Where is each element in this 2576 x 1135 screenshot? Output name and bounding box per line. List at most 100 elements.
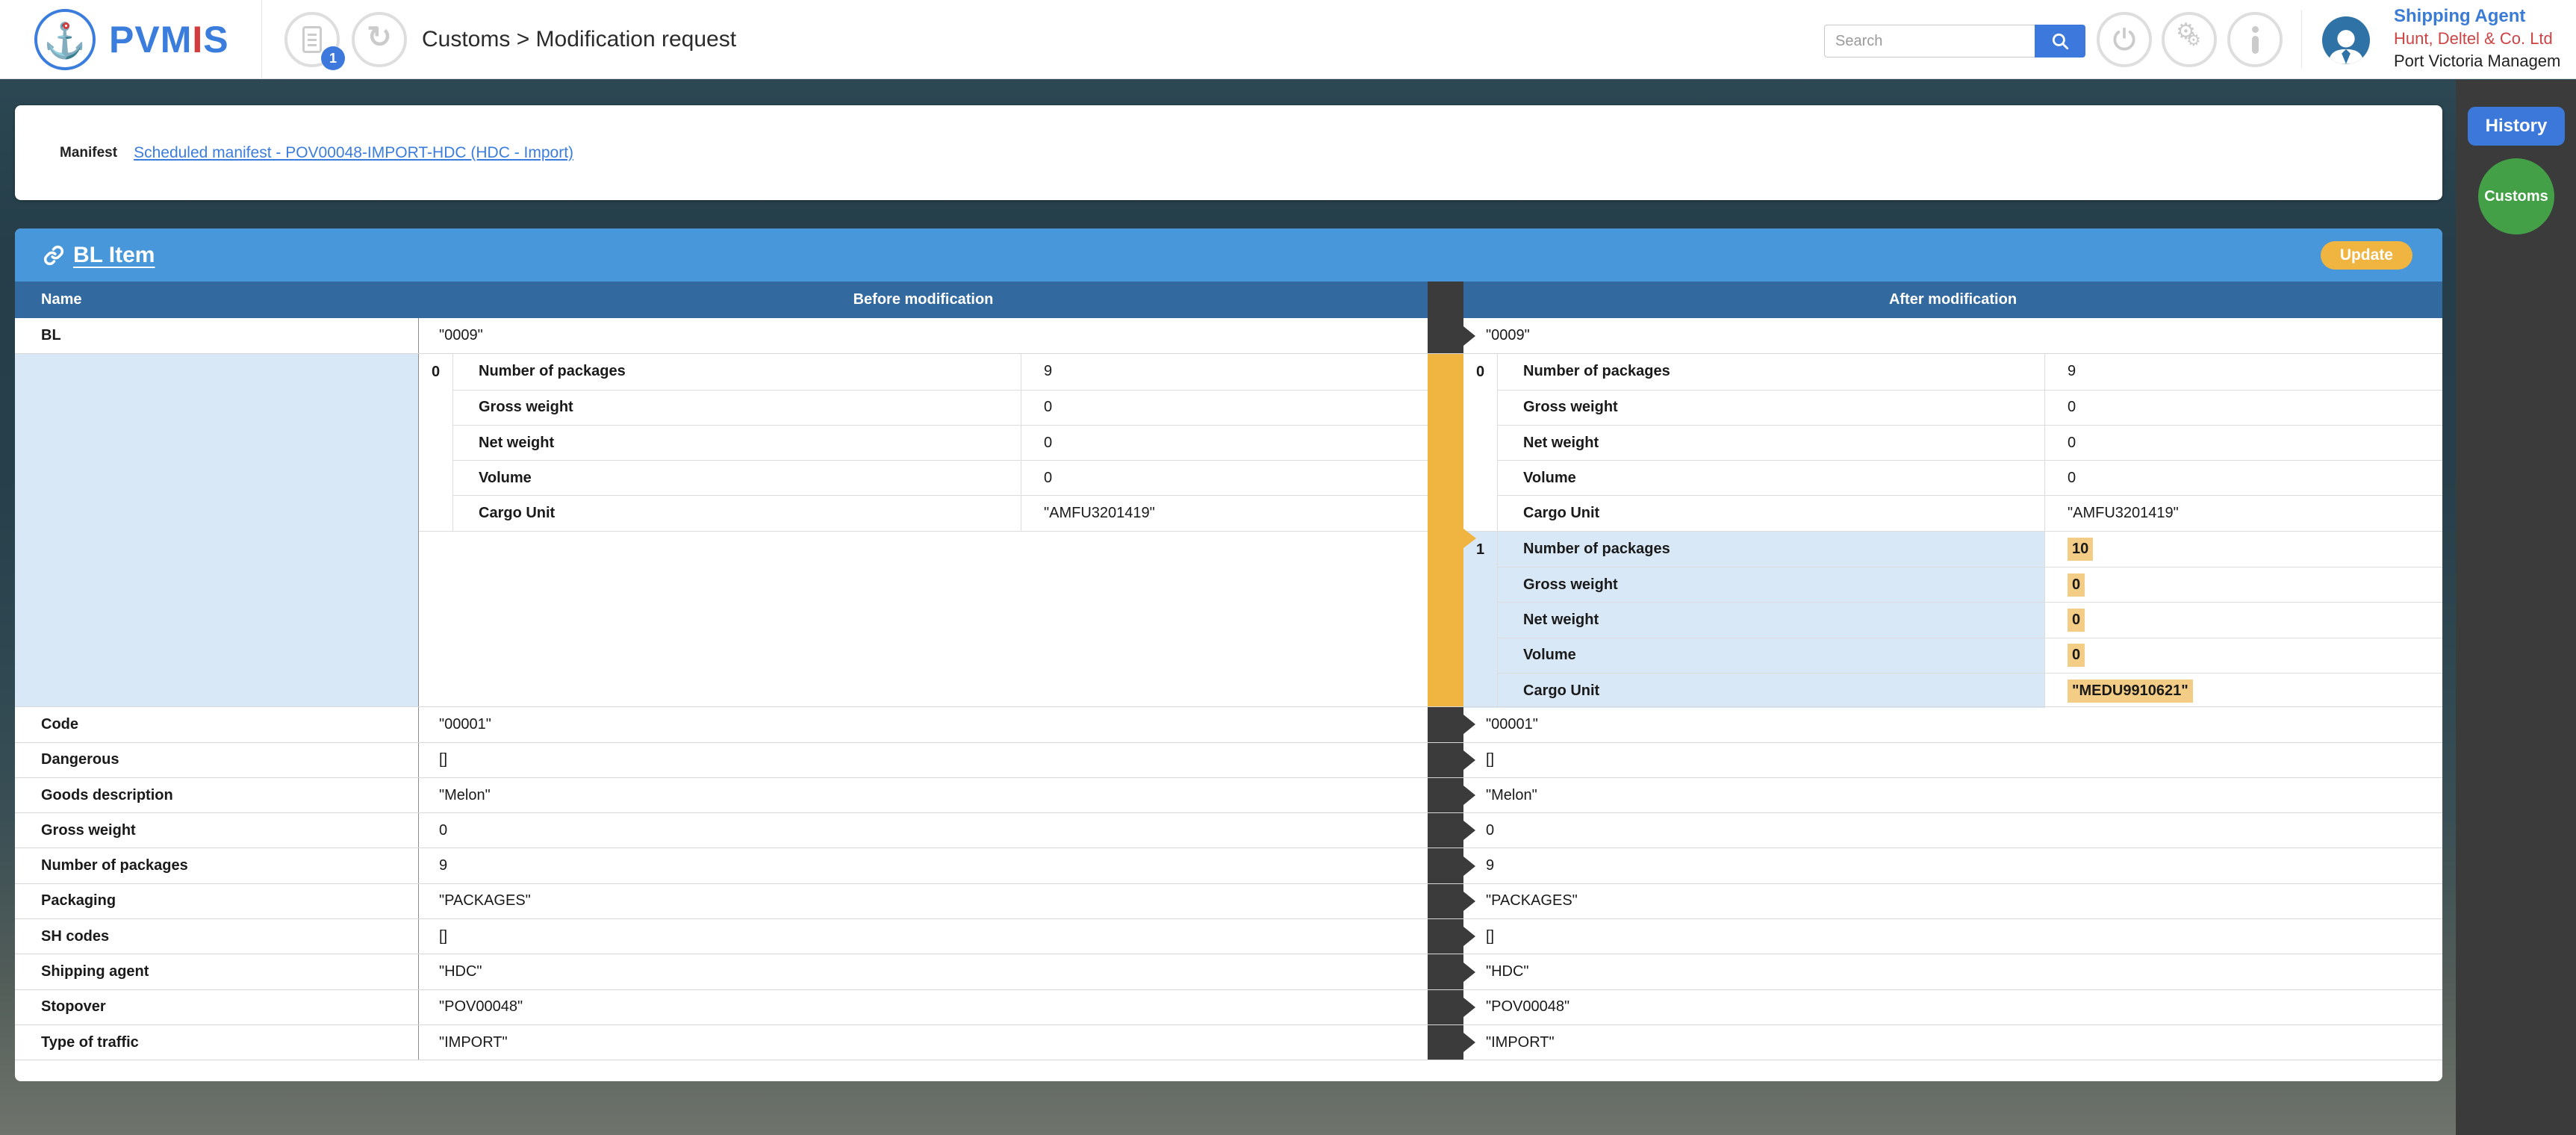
nested-field-value: 9 bbox=[2045, 354, 2442, 389]
row-name: Code bbox=[15, 707, 419, 741]
bl-item-title-link[interactable]: BL Item bbox=[42, 243, 155, 268]
table-row: Type of traffic"IMPORT""IMPORT" bbox=[15, 1024, 2442, 1060]
row-name: Goods description bbox=[15, 778, 419, 812]
header-divider bbox=[261, 0, 262, 79]
after-value: "0009" bbox=[1463, 318, 2442, 353]
bl-item-header: BL Item Update bbox=[15, 228, 2442, 282]
row-name: Dangerous bbox=[15, 743, 419, 777]
customs-button[interactable]: Customs bbox=[2478, 158, 2554, 234]
update-button[interactable]: Update bbox=[2321, 241, 2412, 270]
search-icon bbox=[2050, 31, 2070, 51]
nested-field-label: Gross weight bbox=[1498, 568, 2045, 602]
change-divider bbox=[1428, 354, 1463, 706]
after-value: "PACKAGES" bbox=[1463, 884, 2442, 918]
table-row: SH codes[][] bbox=[15, 918, 2442, 954]
after-value: "00001" bbox=[1463, 707, 2442, 741]
row-name: Type of traffic bbox=[15, 1025, 419, 1060]
table-header-row: Name Before modification After modificat… bbox=[15, 282, 2442, 318]
change-divider bbox=[1428, 848, 1463, 883]
nested-field-label: Net weight bbox=[1498, 603, 2045, 637]
nested-field-value: "MEDU9910621" bbox=[2045, 674, 2442, 708]
nested-row: Cargo Unit"MEDU9910621" bbox=[1498, 673, 2442, 708]
nested-row: Volume0 bbox=[1498, 460, 2442, 495]
refresh-icon: ↻ bbox=[367, 20, 392, 55]
nested-name-cell bbox=[15, 354, 419, 706]
row-name: Number of packages bbox=[15, 848, 419, 883]
nested-field-label: Volume bbox=[1498, 638, 2045, 673]
nested-index-cell: 0 bbox=[1463, 354, 1498, 530]
nested-group-rows: Number of packages9Gross weight0Net weig… bbox=[453, 354, 1428, 530]
nested-items-section: 0Number of packages9Gross weight0Net wei… bbox=[15, 353, 2442, 706]
table-row: Shipping agent"HDC""HDC" bbox=[15, 954, 2442, 989]
table-row: Gross weight00 bbox=[15, 812, 2442, 848]
nested-group-rows: Number of packages10Gross weight0Net wei… bbox=[1498, 532, 2442, 708]
change-arrow-icon bbox=[1428, 813, 1463, 848]
after-value: [] bbox=[1463, 743, 2442, 777]
refresh-button[interactable]: ↻ bbox=[352, 12, 407, 67]
logo-accent bbox=[63, 22, 69, 29]
settings-button[interactable]: ⚙⚙ bbox=[2162, 12, 2217, 67]
change-arrow-icon bbox=[1428, 919, 1463, 954]
manifest-link[interactable]: Scheduled manifest - POV00048-IMPORT-HDC… bbox=[134, 144, 573, 162]
change-arrow-icon bbox=[1428, 848, 1463, 883]
search-input[interactable] bbox=[1824, 25, 2035, 57]
change-arrow-icon bbox=[1428, 1025, 1463, 1060]
top-header: ⚓ PVMIS 1 ↻ Customs > Modification reque… bbox=[0, 0, 2576, 79]
nested-field-label: Number of packages bbox=[1498, 354, 2045, 389]
nested-field-value: 0 bbox=[2045, 638, 2442, 673]
change-divider bbox=[1428, 919, 1463, 954]
changed-value-highlight: 0 bbox=[2068, 573, 2085, 597]
change-arrow-icon bbox=[1428, 707, 1463, 741]
before-value: "POV00048" bbox=[419, 990, 1428, 1024]
change-arrow-icon bbox=[1428, 954, 1463, 989]
nested-field-value: 0 bbox=[2045, 603, 2442, 637]
nested-field-label: Gross weight bbox=[453, 391, 1021, 425]
avatar[interactable] bbox=[2322, 16, 2370, 64]
change-arrow-icon bbox=[1428, 884, 1463, 918]
col-header-name: Name bbox=[15, 282, 419, 318]
row-name: Shipping agent bbox=[15, 954, 419, 989]
user-icon bbox=[2325, 25, 2367, 64]
nested-field-value: 0 bbox=[2045, 391, 2442, 425]
nested-field-label: Number of packages bbox=[453, 354, 1021, 389]
user-info[interactable]: Shipping Agent Hunt, Deltel & Co. Ltd Po… bbox=[2394, 5, 2560, 72]
logout-button[interactable] bbox=[2097, 12, 2152, 67]
change-divider bbox=[1428, 813, 1463, 848]
change-divider bbox=[1428, 884, 1463, 918]
col-header-before: Before modification bbox=[419, 282, 1428, 318]
search-button[interactable] bbox=[2035, 25, 2085, 57]
user-company: Hunt, Deltel & Co. Ltd bbox=[2394, 28, 2560, 50]
brand-name: PVMIS bbox=[109, 18, 229, 61]
change-arrow-icon bbox=[1428, 743, 1463, 777]
nested-field-value: "AMFU3201419" bbox=[2045, 496, 2442, 530]
row-name: Packaging bbox=[15, 884, 419, 918]
nested-field-label: Cargo Unit bbox=[453, 496, 1021, 530]
before-value: 0 bbox=[419, 813, 1428, 848]
nested-index-cell: 1 bbox=[1463, 532, 1498, 708]
nested-field-value: 10 bbox=[2045, 532, 2442, 567]
after-value: "Melon" bbox=[1463, 778, 2442, 812]
nested-field-value: 0 bbox=[1021, 426, 1428, 460]
info-button[interactable] bbox=[2227, 12, 2283, 67]
nested-field-label: Net weight bbox=[1498, 426, 2045, 460]
table-row: Stopover"POV00048""POV00048" bbox=[15, 989, 2442, 1024]
nested-group-rows: Number of packages9Gross weight0Net weig… bbox=[1498, 354, 2442, 530]
change-divider bbox=[1428, 954, 1463, 989]
panel-bottom-padding bbox=[15, 1060, 2442, 1081]
nested-row: Gross weight0 bbox=[1498, 390, 2442, 425]
before-value: "00001" bbox=[419, 707, 1428, 741]
change-arrow-icon bbox=[1428, 990, 1463, 1024]
before-value: [] bbox=[419, 919, 1428, 954]
app-logo[interactable]: ⚓ bbox=[34, 9, 96, 70]
change-arrow-icon bbox=[1428, 318, 1463, 353]
nested-row: Volume0 bbox=[1498, 638, 2442, 673]
after-value: 9 bbox=[1463, 848, 2442, 883]
simple-rows: Code"00001""00001"Dangerous[][]Goods des… bbox=[15, 706, 2442, 1060]
nested-field-value: 0 bbox=[2045, 568, 2442, 602]
before-value: "HDC" bbox=[419, 954, 1428, 989]
manifest-label: Manifest bbox=[60, 145, 117, 161]
changed-value-highlight: 0 bbox=[2068, 609, 2085, 632]
user-organization: Port Victoria Managem bbox=[2394, 50, 2560, 72]
notification-badge: 1 bbox=[321, 46, 345, 70]
history-button[interactable]: History bbox=[2468, 107, 2565, 146]
